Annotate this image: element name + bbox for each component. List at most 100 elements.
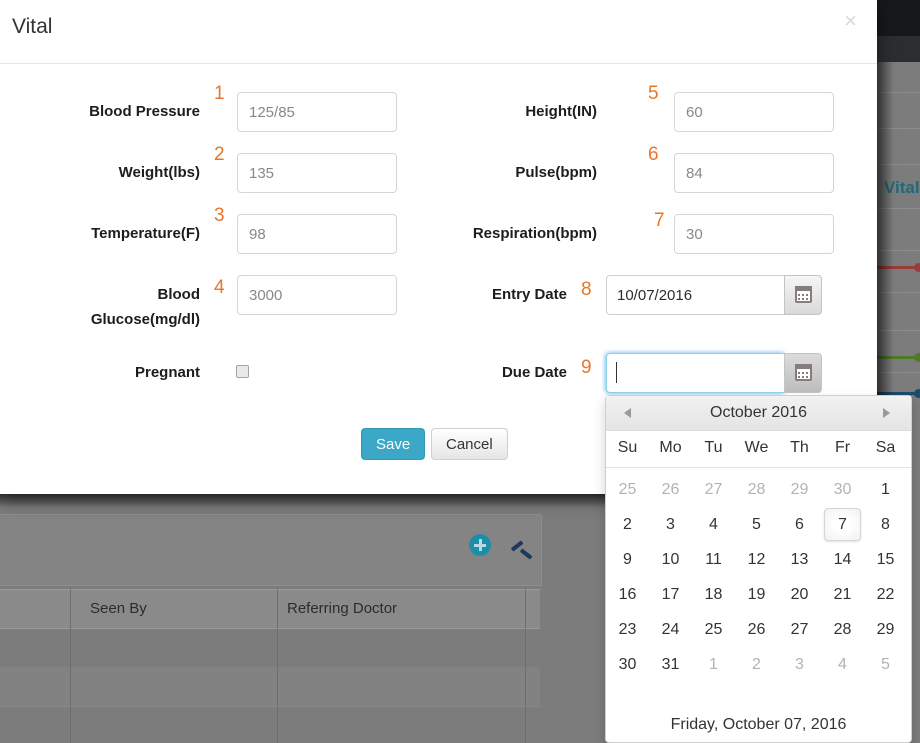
label-blood-pressure: Blood Pressure [89,103,200,120]
datepicker-day[interactable]: 29 [864,612,907,647]
entry-date-calendar-button[interactable] [784,275,822,315]
datepicker-day[interactable]: 5 [864,647,907,682]
table-row[interactable] [0,667,540,707]
modal-header: Vital × [0,0,877,64]
datepicker-day[interactable]: 18 [692,577,735,612]
datepicker-day[interactable]: 27 [692,472,735,507]
datepicker-day[interactable]: 15 [864,542,907,577]
datepicker-day[interactable]: 11 [692,542,735,577]
datepicker-day[interactable]: 31 [649,647,692,682]
datepicker-day[interactable]: 19 [735,577,778,612]
triangle-right-icon[interactable] [883,408,893,419]
due-date-calendar-button[interactable] [784,353,822,393]
datepicker-day[interactable]: 24 [649,612,692,647]
chart-point-blue [914,389,920,398]
datepicker-day-label: 16 [618,586,637,603]
column-header-seen-by: Seen By [90,600,147,617]
label-due-date: Due Date [501,364,567,381]
datepicker-day[interactable]: 8 [864,507,907,542]
datepicker-day-label: 19 [747,586,766,603]
datepicker-day-label: 26 [661,481,680,498]
datepicker-dow-we: We [744,439,769,456]
plus-circle-icon[interactable] [469,534,491,556]
annotation-4: 4 [214,277,225,298]
datepicker-day[interactable]: 10 [649,542,692,577]
table-row[interactable] [0,628,540,668]
cancel-button[interactable]: Cancel [431,428,508,460]
datepicker-day[interactable]: 1 [864,472,907,507]
datepicker-day-label: 30 [833,481,852,498]
height-input[interactable] [674,92,834,132]
datepicker-dow-su: Su [617,439,638,456]
save-button[interactable]: Save [361,428,426,460]
datepicker-day[interactable]: 30 [606,647,649,682]
datepicker-day[interactable]: 4 [821,647,864,682]
datepicker-day-label: 2 [623,516,632,533]
datepicker-day-label: 23 [618,621,637,638]
due-date-group [606,353,822,393]
datepicker-day[interactable]: 23 [606,612,649,647]
due-date-input[interactable] [606,353,784,393]
datepicker-day[interactable]: 12 [735,542,778,577]
table-header-row: y Date Seen By Referring Doctor [0,589,540,629]
label-respiration: Respiration(bpm) [472,225,597,242]
datepicker-day[interactable]: 7 [821,507,864,542]
calendar-icon-grid [798,294,809,301]
datepicker-day[interactable]: 4 [692,507,735,542]
table-divider [277,589,278,743]
datepicker-day-label: 27 [704,481,723,498]
datepicker-day[interactable]: 9 [606,542,649,577]
label-entry-date: Entry Date [491,286,567,303]
datepicker-day[interactable]: 17 [649,577,692,612]
datepicker-day-label: 15 [876,551,895,568]
weight-input[interactable] [237,153,397,193]
datepicker-title[interactable]: October 2016 [606,404,911,422]
datepicker-day[interactable]: 28 [821,612,864,647]
datepicker-day[interactable]: 13 [778,542,821,577]
datepicker-day[interactable]: 6 [778,507,821,542]
datepicker-day[interactable]: 20 [778,577,821,612]
annotation-9: 9 [581,357,592,378]
datepicker-day[interactable]: 28 [735,472,778,507]
datepicker-day[interactable]: 26 [649,472,692,507]
datepicker-day[interactable]: 25 [692,612,735,647]
entry-date-group [606,275,822,315]
annotation-2: 2 [214,144,225,165]
datepicker-day-label: 20 [790,586,809,603]
datepicker-day[interactable]: 25 [606,472,649,507]
screen: Vitals y Date Seen By Referring Doctor 5… [0,0,920,743]
datepicker-day-headers: Su Mo Tu We Th Fr Sa [606,431,911,468]
entry-date-input[interactable] [606,275,784,315]
datepicker-day[interactable]: 1 [692,647,735,682]
datepicker-day-label: 21 [833,586,852,603]
datepicker-day[interactable]: 16 [606,577,649,612]
column-header-referring: Referring Doctor [287,600,398,617]
datepicker-day[interactable]: 22 [864,577,907,612]
pregnant-checkbox[interactable] [236,365,249,378]
datepicker-day[interactable]: 26 [735,612,778,647]
datepicker-day-label: 28 [833,621,852,638]
pulse-input[interactable] [674,153,834,193]
datepicker-day[interactable]: 29 [778,472,821,507]
datepicker-day[interactable]: 3 [649,507,692,542]
datepicker-day[interactable]: 2 [606,507,649,542]
temperature-input[interactable] [237,214,397,254]
blood-pressure-input[interactable] [237,92,397,132]
close-icon[interactable]: × [844,10,857,32]
datepicker-day-label: 30 [618,656,637,673]
datepicker-day[interactable]: 3 [778,647,821,682]
respiration-input[interactable] [674,214,834,254]
datepicker-header: October 2016 [606,396,911,431]
datepicker-day[interactable]: 30 [821,472,864,507]
datepicker-day-label: 4 [838,656,847,673]
label-height: Height(IN) [525,103,597,120]
datepicker-day[interactable]: 2 [735,647,778,682]
datepicker-day[interactable]: 27 [778,612,821,647]
table-row[interactable] [0,706,540,743]
datepicker-day[interactable]: 5 [735,507,778,542]
datepicker-day[interactable]: 14 [821,542,864,577]
chevron-up-icon[interactable] [512,542,534,556]
datepicker-day-label: 5 [881,656,890,673]
blood-glucose-input[interactable] [237,275,397,315]
datepicker-day[interactable]: 21 [821,577,864,612]
